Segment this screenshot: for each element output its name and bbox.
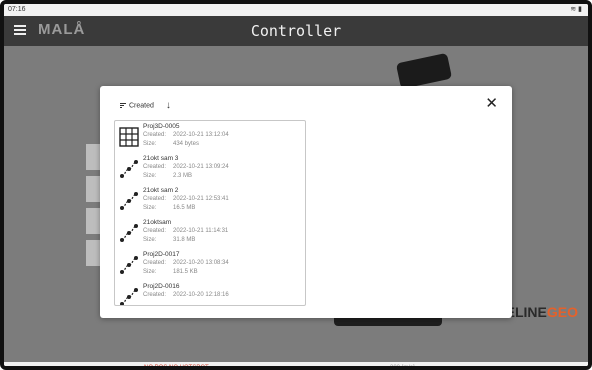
side-button[interactable] <box>86 144 100 170</box>
sort-label[interactable]: Created <box>129 102 154 109</box>
list-item[interactable]: 21oktsam Created: 2022-10-21 11:14:31 Siz… <box>115 217 305 249</box>
project-size: Size: 2.3 MB <box>143 173 192 179</box>
tablet-screen: 07:16 ≋ ▮ MALÅ Controller GUIDELINEGEO ●… <box>0 0 592 370</box>
system-status-icons: ≋ ▮ <box>570 6 582 13</box>
grid-icon <box>119 127 139 147</box>
size-label: Size: <box>143 141 157 147</box>
side-button[interactable] <box>86 176 100 202</box>
size-label: Size: <box>143 237 157 243</box>
trace-icon <box>120 192 138 210</box>
project-size: Size: 16.5 MB <box>143 205 195 211</box>
trace-icon <box>120 288 138 305</box>
list-item[interactable]: 21okt sam 3 Created: 2022-10-21 13:09:24 … <box>115 153 305 185</box>
status-time: 07:16 <box>8 6 26 13</box>
project-size: Size: 31.8 MB <box>143 237 195 243</box>
created-value: 2022-10-20 13:08:34 <box>173 260 229 266</box>
created-value: 2022-10-21 13:09:24 <box>173 164 229 170</box>
created-value: 2022-10-21 13:12:04 <box>173 132 229 138</box>
created-value: 2022-10-21 11:14:31 <box>173 228 229 234</box>
project-name: Proj3D-0005 <box>143 123 180 130</box>
size-value: 434 bytes <box>173 141 200 147</box>
project-created: Created: 2022-10-21 13:12:04 <box>143 132 229 138</box>
side-button[interactable] <box>86 240 100 266</box>
velocity-text: 300 [m/s] <box>390 365 415 370</box>
trace-icon <box>120 256 138 274</box>
project-name: 21okt sam 2 <box>143 187 179 194</box>
project-name: Proj2D-0017 <box>143 251 180 258</box>
sort-control[interactable]: Created ↓ <box>120 100 171 111</box>
project-dialog: Created ↓ ✕ Proj3D-0005 Created: 2022-10-2… <box>100 86 512 318</box>
list-item[interactable]: 21okt sam 2 Created: 2022-10-21 12:53:41 … <box>115 185 305 217</box>
created-label: Created: <box>143 228 167 234</box>
created-label: Created: <box>143 196 167 202</box>
project-name: Proj2D-0016 <box>143 283 180 290</box>
size-label: Size: <box>143 205 157 211</box>
size-value: 2.3 MB <box>173 173 193 179</box>
trace-icon <box>120 224 138 242</box>
created-label: Created: <box>143 292 167 298</box>
warning-text: NO POS NO HOTSPOT <box>144 365 209 370</box>
project-created: Created: 2022-10-20 12:18:16 <box>143 292 229 298</box>
project-created: Created: 2022-10-21 13:09:24 <box>143 164 229 170</box>
size-label: Size: <box>143 269 157 275</box>
created-value: 2022-10-21 12:53:41 <box>173 196 229 202</box>
list-item[interactable]: Proj2D-0016 Created: 2022-10-20 12:18:16 … <box>115 281 305 305</box>
size-value: 31.8 MB <box>173 237 196 243</box>
list-item[interactable]: Proj2D-0017 Created: 2022-10-20 13:08:34 … <box>115 249 305 281</box>
side-button[interactable] <box>86 208 100 234</box>
page-title: Controller <box>250 22 342 40</box>
project-size: Size: 181.5 KB <box>143 269 198 275</box>
project-created: Created: 2022-10-21 12:53:41 <box>143 196 229 202</box>
size-value: 181.5 KB <box>173 269 198 275</box>
project-size: Size: 434 bytes <box>143 141 199 147</box>
status-bar: 07:16 ≋ ▮ <box>4 4 588 16</box>
arrow-down-icon[interactable]: ↓ <box>166 100 171 111</box>
created-label: Created: <box>143 260 167 266</box>
project-created: Created: 2022-10-20 13:08:34 <box>143 260 229 266</box>
project-name: 21oktsam <box>143 219 172 226</box>
created-label: Created: <box>143 164 167 170</box>
project-list: Proj3D-0005 Created: 2022-10-21 13:12:04 … <box>114 120 306 306</box>
device-image <box>395 52 453 90</box>
created-label: Created: <box>143 132 167 138</box>
app-bar: MALÅ Controller <box>4 16 588 46</box>
logo-accent-text: GEO <box>546 304 578 320</box>
bottom-status-bar: ● NO POS NO HOTSPOT 300 [m/s] <box>4 362 588 370</box>
record-icon[interactable]: ● <box>10 362 14 366</box>
trace-icon <box>120 160 138 178</box>
sort-icon[interactable] <box>120 102 126 109</box>
list-item[interactable]: Proj3D-0005 Created: 2022-10-21 13:12:04 … <box>115 121 305 153</box>
close-icon[interactable]: ✕ <box>485 94 498 112</box>
size-label: Size: <box>143 173 157 179</box>
project-name: 21okt sam 3 <box>143 155 179 162</box>
created-value: 2022-10-20 12:18:16 <box>173 292 229 298</box>
project-created: Created: 2022-10-21 11:14:31 <box>143 228 228 234</box>
size-value: 16.5 MB <box>173 205 196 211</box>
